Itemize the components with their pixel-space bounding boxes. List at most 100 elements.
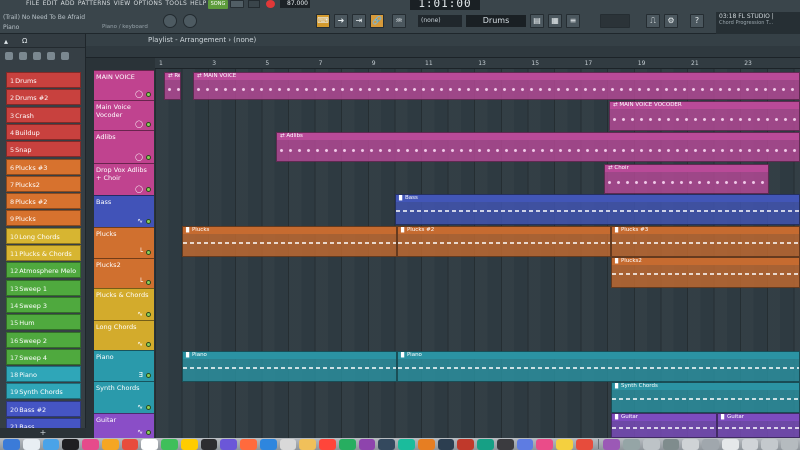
- song-mode-button[interactable]: SONG: [208, 0, 228, 9]
- dock-app-icon[interactable]: [437, 439, 455, 450]
- channel-item[interactable]: 8Plucks #2: [6, 193, 81, 210]
- dock-app-icon[interactable]: [42, 439, 60, 450]
- dock-app-icon[interactable]: [121, 439, 139, 450]
- track-mute-led[interactable]: [146, 430, 151, 435]
- track-mute-led[interactable]: [146, 219, 151, 224]
- dock-app-icon[interactable]: [240, 439, 257, 450]
- piano-roll-icon[interactable]: ▤: [530, 14, 544, 28]
- plugin-icon[interactable]: ⎍: [646, 14, 660, 28]
- brush-icon[interactable]: [33, 52, 41, 60]
- playlist-icon[interactable]: ≡: [566, 14, 580, 28]
- dock-app-icon[interactable]: [141, 439, 158, 450]
- dock-app-icon[interactable]: [477, 439, 494, 450]
- dock-app-icon[interactable]: [623, 439, 640, 450]
- channel-item[interactable]: 15Hum: [6, 314, 81, 331]
- play-button[interactable]: [230, 0, 244, 8]
- track-mute-led[interactable]: [146, 312, 151, 317]
- playlist-clip[interactable]: ▊ Plucks #3: [611, 226, 800, 257]
- playlist-grid[interactable]: ⇄ Re ⇄ MAIN VOICE ⇄ MAIN VOICE VOCODER ⇄ Ad…: [155, 69, 800, 438]
- delete-icon[interactable]: [47, 52, 55, 60]
- track-header[interactable]: Drop Vox Adlibs + Choir ◯: [94, 163, 154, 195]
- channel-item[interactable]: 1Drums: [6, 72, 81, 88]
- dock-app-icon[interactable]: [338, 439, 356, 450]
- link-icon[interactable]: 🔗: [370, 14, 384, 28]
- channel-item[interactable]: 6Plucks #3: [6, 158, 81, 175]
- channel-item[interactable]: 5Snap: [6, 141, 81, 158]
- playlist-clip[interactable]: ▊ Synth Chords: [611, 382, 800, 413]
- add-channel-button[interactable]: +: [0, 428, 86, 438]
- dock-app-icon[interactable]: [220, 439, 237, 450]
- dock-app-icon[interactable]: [279, 439, 297, 450]
- menu-item[interactable]: TOOLS: [165, 0, 187, 8]
- menu-item[interactable]: PATTERNS: [78, 0, 111, 8]
- record-button[interactable]: [266, 0, 275, 8]
- help-icon[interactable]: ?: [690, 14, 704, 28]
- dock-app-icon[interactable]: [603, 439, 621, 450]
- playlist-clip[interactable]: ⇄ Re: [164, 72, 181, 100]
- playlist-clip[interactable]: ▊ Plucks2: [611, 257, 800, 288]
- dock-app-icon[interactable]: [319, 439, 336, 450]
- playlist-clip[interactable]: ▊ Plucks #2: [397, 226, 611, 257]
- stop-button[interactable]: [248, 0, 260, 8]
- typing-keyboard-icon[interactable]: ⌨: [316, 14, 330, 28]
- dock-app-icon[interactable]: [22, 439, 40, 450]
- dock-app-icon[interactable]: [101, 439, 119, 450]
- channel-item[interactable]: 16Sweep 2: [6, 331, 81, 348]
- channel-item[interactable]: 17Sweep 4: [6, 348, 81, 365]
- track-mute-led[interactable]: [146, 187, 151, 192]
- track-mute-led[interactable]: [146, 373, 151, 378]
- tempo-display[interactable]: 87.000: [280, 0, 310, 8]
- playlist-clip[interactable]: ▊ Piano: [397, 351, 800, 382]
- track-header[interactable]: Main Voice Vocoder ◯: [94, 100, 154, 130]
- track-header[interactable]: Plucks & Chords ∿: [94, 288, 154, 320]
- playlist-clip[interactable]: ⇄ Choir: [604, 164, 769, 194]
- dock-app-icon[interactable]: [259, 439, 277, 450]
- playlist-clip[interactable]: ⇄ MAIN VOICE VOCODER: [609, 101, 800, 131]
- dock-app-icon[interactable]: [161, 439, 178, 450]
- dock-app-icon[interactable]: [642, 439, 660, 450]
- dock-app-icon[interactable]: [200, 439, 218, 450]
- arrow-right-icon[interactable]: ➜: [334, 14, 348, 28]
- dock-app-icon[interactable]: [180, 439, 198, 450]
- playlist-clip[interactable]: ▊ Plucks: [182, 226, 397, 257]
- dock-app-icon[interactable]: [82, 439, 99, 450]
- playlist-clip[interactable]: ⇄ Adlibs: [276, 132, 800, 162]
- dock-app-icon[interactable]: [358, 439, 376, 450]
- mixer-icon[interactable]: ♒: [392, 14, 406, 28]
- news-panel[interactable]: 03:18 FL STUDIO | Chord Progression T...: [716, 12, 800, 34]
- dock-app-icon[interactable]: [556, 439, 573, 450]
- browser-menu-icon[interactable]: ▴: [4, 37, 8, 46]
- dock-app-icon[interactable]: [417, 439, 435, 450]
- snap-icon[interactable]: ⇥: [352, 14, 366, 28]
- dock-app-icon[interactable]: [496, 439, 514, 450]
- channel-item[interactable]: 2Drums #2: [6, 89, 81, 106]
- master-volume-knob[interactable]: [163, 14, 177, 28]
- grid-icon[interactable]: [5, 52, 13, 60]
- track-header[interactable]: Adlibs ◯: [94, 130, 154, 163]
- playlist-clip[interactable]: ⇄ MAIN VOICE: [193, 72, 800, 100]
- dock-app-icon[interactable]: [299, 439, 316, 450]
- playlist-clip[interactable]: ▊ Guitar: [717, 413, 800, 438]
- playlist-clip[interactable]: ▊ Guitar: [611, 413, 717, 438]
- track-mute-led[interactable]: [146, 92, 151, 97]
- channel-item[interactable]: 11Plucks & Chords: [6, 245, 81, 261]
- channel-item[interactable]: 13Sweep 1: [6, 279, 81, 296]
- channel-item[interactable]: 20Bass #2: [6, 400, 81, 417]
- dock-app-icon[interactable]: [721, 439, 739, 450]
- track-mute-led[interactable]: [146, 342, 151, 347]
- channel-item[interactable]: 18Piano: [6, 366, 81, 383]
- menu-item[interactable]: EDIT: [43, 0, 58, 8]
- dock-app-icon[interactable]: [398, 439, 415, 450]
- dock-app-icon[interactable]: [3, 439, 20, 450]
- pattern-name-field[interactable]: Drums: [466, 15, 526, 27]
- menu-item[interactable]: HELP: [190, 0, 206, 8]
- channel-item[interactable]: 12Atmosphere Melo: [6, 262, 81, 279]
- playlist-clip[interactable]: ▊ Piano: [182, 351, 397, 382]
- track-header[interactable]: Synth Chords ∿: [94, 381, 154, 413]
- timeline-ruler[interactable]: 1 3 5 7 9 11 13 15 17 19 21 23: [155, 58, 800, 69]
- browser-back-icon[interactable]: Ω: [22, 37, 27, 45]
- channel-item[interactable]: 3Crash: [6, 106, 81, 123]
- pencil-icon[interactable]: [19, 52, 27, 60]
- dock-app-icon[interactable]: [662, 439, 680, 450]
- pattern-selector[interactable]: (none): [418, 15, 462, 27]
